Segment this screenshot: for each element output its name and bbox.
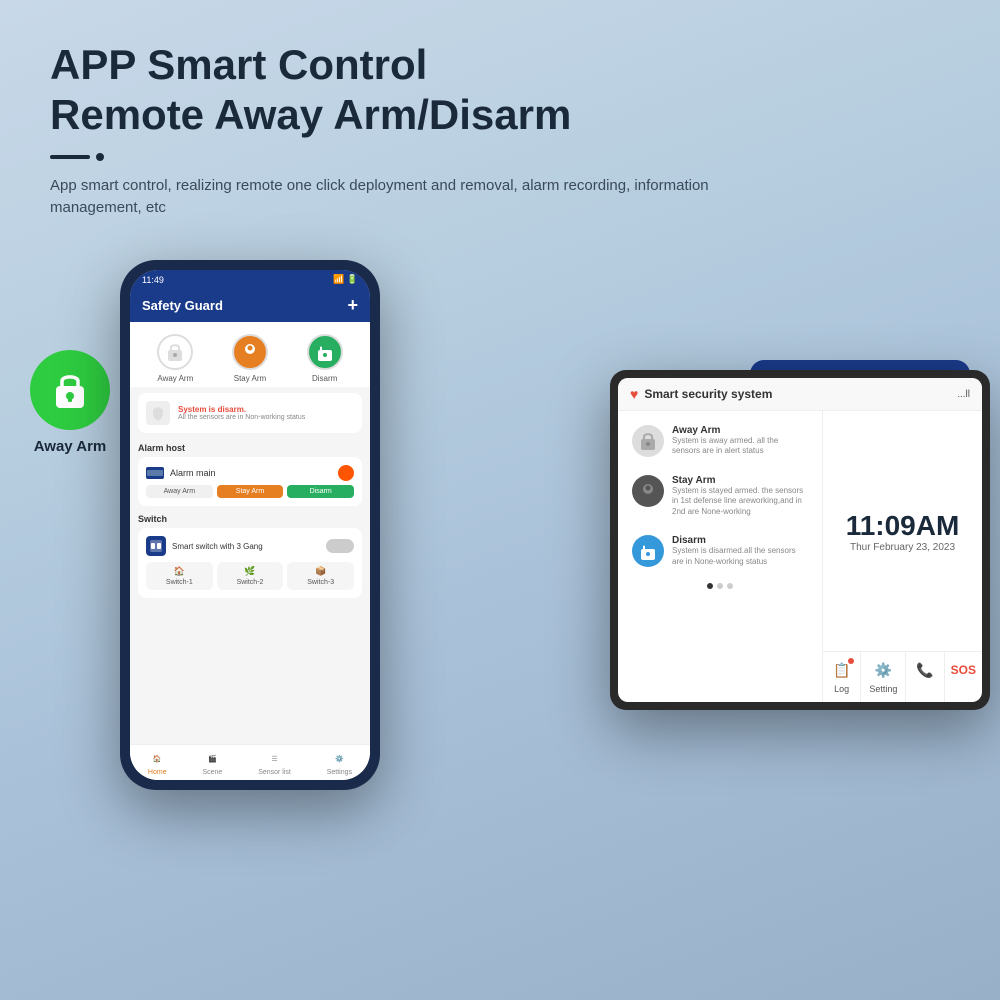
phone-screen: 11:49 📶 🔋 Safety Guard +: [130, 270, 370, 780]
dot-3: [727, 583, 733, 589]
page-container: APP Smart Control Remote Away Arm/Disarm…: [0, 0, 1000, 1000]
dot-2: [717, 583, 723, 589]
phone-mockup: 11:49 📶 🔋 Safety Guard +: [120, 260, 380, 790]
phone-toggle[interactable]: [326, 539, 354, 553]
phone-arm-row: Away Arm Stay Arm: [130, 322, 370, 387]
away-arm-lock-icon: [50, 368, 90, 412]
scene-nav-icon: 🎬: [204, 751, 220, 767]
phone-device-card: Alarm main Away Arm Stay Arm Disarm: [138, 457, 362, 506]
tablet-disarm-icon: [639, 541, 657, 561]
tablet-content: Away Arm System is away armed. all the s…: [618, 411, 982, 702]
log-notification-dot: [848, 658, 854, 664]
phone-content: Away Arm Stay Arm: [130, 322, 370, 744]
phone-switch-section: Switch: [130, 510, 370, 528]
phone-stay-arm[interactable]: Stay Arm: [232, 334, 268, 383]
phone-mini-away[interactable]: Away Arm: [146, 485, 213, 498]
tablet-pagination-dots: [626, 579, 814, 593]
phone-nav: 🏠 Home 🎬 Scene ☰ Sensor list ⚙️ Settings: [130, 744, 370, 780]
phone-stay-circle: [232, 334, 268, 370]
heart-icon: ♥: [630, 386, 638, 402]
switch-2[interactable]: 🌿 Switch-2: [217, 562, 284, 590]
tablet-screen: ♥ Smart security system ...ll: [618, 378, 982, 702]
title-decoration: [50, 153, 950, 161]
phone-disarm-circle: [307, 334, 343, 370]
sos-icon: SOS: [953, 660, 973, 680]
tablet-sos-button[interactable]: SOS: [945, 652, 982, 702]
tablet-log-button[interactable]: 📋 Log: [823, 652, 861, 702]
phone-status-shield-icon: [146, 401, 170, 425]
title-dot: [96, 153, 104, 161]
phone-switch-icon: [146, 536, 166, 556]
tablet-away-circle: [632, 425, 664, 457]
tablet-away-icon: [639, 431, 657, 451]
phone-nav-home[interactable]: 🏠 Home: [148, 751, 167, 776]
phone-mini-disarm[interactable]: Disarm: [287, 485, 354, 498]
tablet-left-panel: Away Arm System is away armed. all the s…: [618, 411, 822, 702]
tablet-date: Thur February 23, 2023: [850, 542, 955, 553]
settings-nav-icon: ⚙️: [331, 751, 347, 767]
phone-alarm-section: Alarm host: [130, 439, 370, 457]
header-section: APP Smart Control Remote Away Arm/Disarm…: [50, 40, 950, 220]
settings-icon: ⚙️: [873, 660, 893, 680]
tablet-right-panel: 11:09AM Thur February 23, 2023 📋 Log: [822, 411, 982, 702]
phone-away-arm[interactable]: Away Arm: [157, 334, 193, 383]
tablet-stay-icon: [639, 481, 657, 501]
switch-1[interactable]: 🏠 Switch-1: [146, 562, 213, 590]
tablet-stay-arm[interactable]: Stay Arm System is stayed armed. the sen…: [626, 469, 814, 523]
tablet-mockup: ♥ Smart security system ...ll: [610, 370, 990, 710]
phone-mini-stay[interactable]: Stay Arm: [217, 485, 284, 498]
phone-switch-card: Smart switch with 3 Gang 🏠 Switch-1 🌿 Sw…: [138, 528, 362, 598]
tablet-phone-button[interactable]: 📞: [906, 652, 944, 702]
tablet-disarm-circle: [632, 535, 664, 567]
tablet-bottom-row: 📋 Log ⚙️ Setting 📞: [823, 651, 982, 702]
phone-status-card: System is disarm. All the sensors are in…: [138, 393, 362, 433]
alarm-device-icon: [146, 467, 164, 479]
home-nav-icon: 🏠: [149, 751, 165, 767]
phone-nav-sensor[interactable]: ☰ Sensor list: [258, 751, 291, 776]
phone-stay-icon: [240, 341, 260, 363]
phone-away-icon: [165, 341, 185, 363]
phone-icon: 📞: [915, 660, 935, 680]
phone-mini-switches: 🏠 Switch-1 🌿 Switch-2 📦 Switch-3: [146, 562, 354, 590]
title-line: [50, 155, 90, 159]
subtitle: App smart control, realizing remote one …: [50, 175, 730, 220]
tablet-time-section: 11:09AM Thur February 23, 2023: [823, 411, 982, 651]
tablet-stay-circle: [632, 475, 664, 507]
away-arm-circle: [30, 350, 110, 430]
main-title: APP Smart Control Remote Away Arm/Disarm: [50, 40, 950, 141]
phone-mini-buttons: Away Arm Stay Arm Disarm: [146, 485, 354, 498]
away-arm-label: Away Arm: [34, 438, 107, 455]
phone-header: Safety Guard +: [130, 289, 370, 322]
tablet-disarm[interactable]: Disarm System is disarmed.all the sensor…: [626, 529, 814, 573]
tablet-time: 11:09AM: [846, 510, 960, 542]
phone-device-alert-icon: [338, 465, 354, 481]
tablet-away-arm[interactable]: Away Arm System is away armed. all the s…: [626, 419, 814, 463]
away-arm-icon-item[interactable]: Away Arm: [30, 350, 110, 455]
phone-disarm-icon: [315, 341, 335, 363]
phone-nav-settings[interactable]: ⚙️ Settings: [327, 751, 352, 776]
phone-away-circle: [157, 334, 193, 370]
sensor-nav-icon: ☰: [267, 751, 283, 767]
phone-disarm[interactable]: Disarm: [307, 334, 343, 383]
switch-3[interactable]: 📦 Switch-3: [287, 562, 354, 590]
phone-nav-scene[interactable]: 🎬 Scene: [202, 751, 222, 776]
tablet-settings-button[interactable]: ⚙️ Setting: [861, 652, 906, 702]
tablet-header: ♥ Smart security system ...ll: [618, 378, 982, 411]
tablet-title: ♥ Smart security system: [630, 386, 772, 402]
phone-status-bar: 11:49 📶 🔋: [130, 270, 370, 289]
dot-1: [707, 583, 713, 589]
tablet-signal: ...ll: [957, 389, 970, 400]
